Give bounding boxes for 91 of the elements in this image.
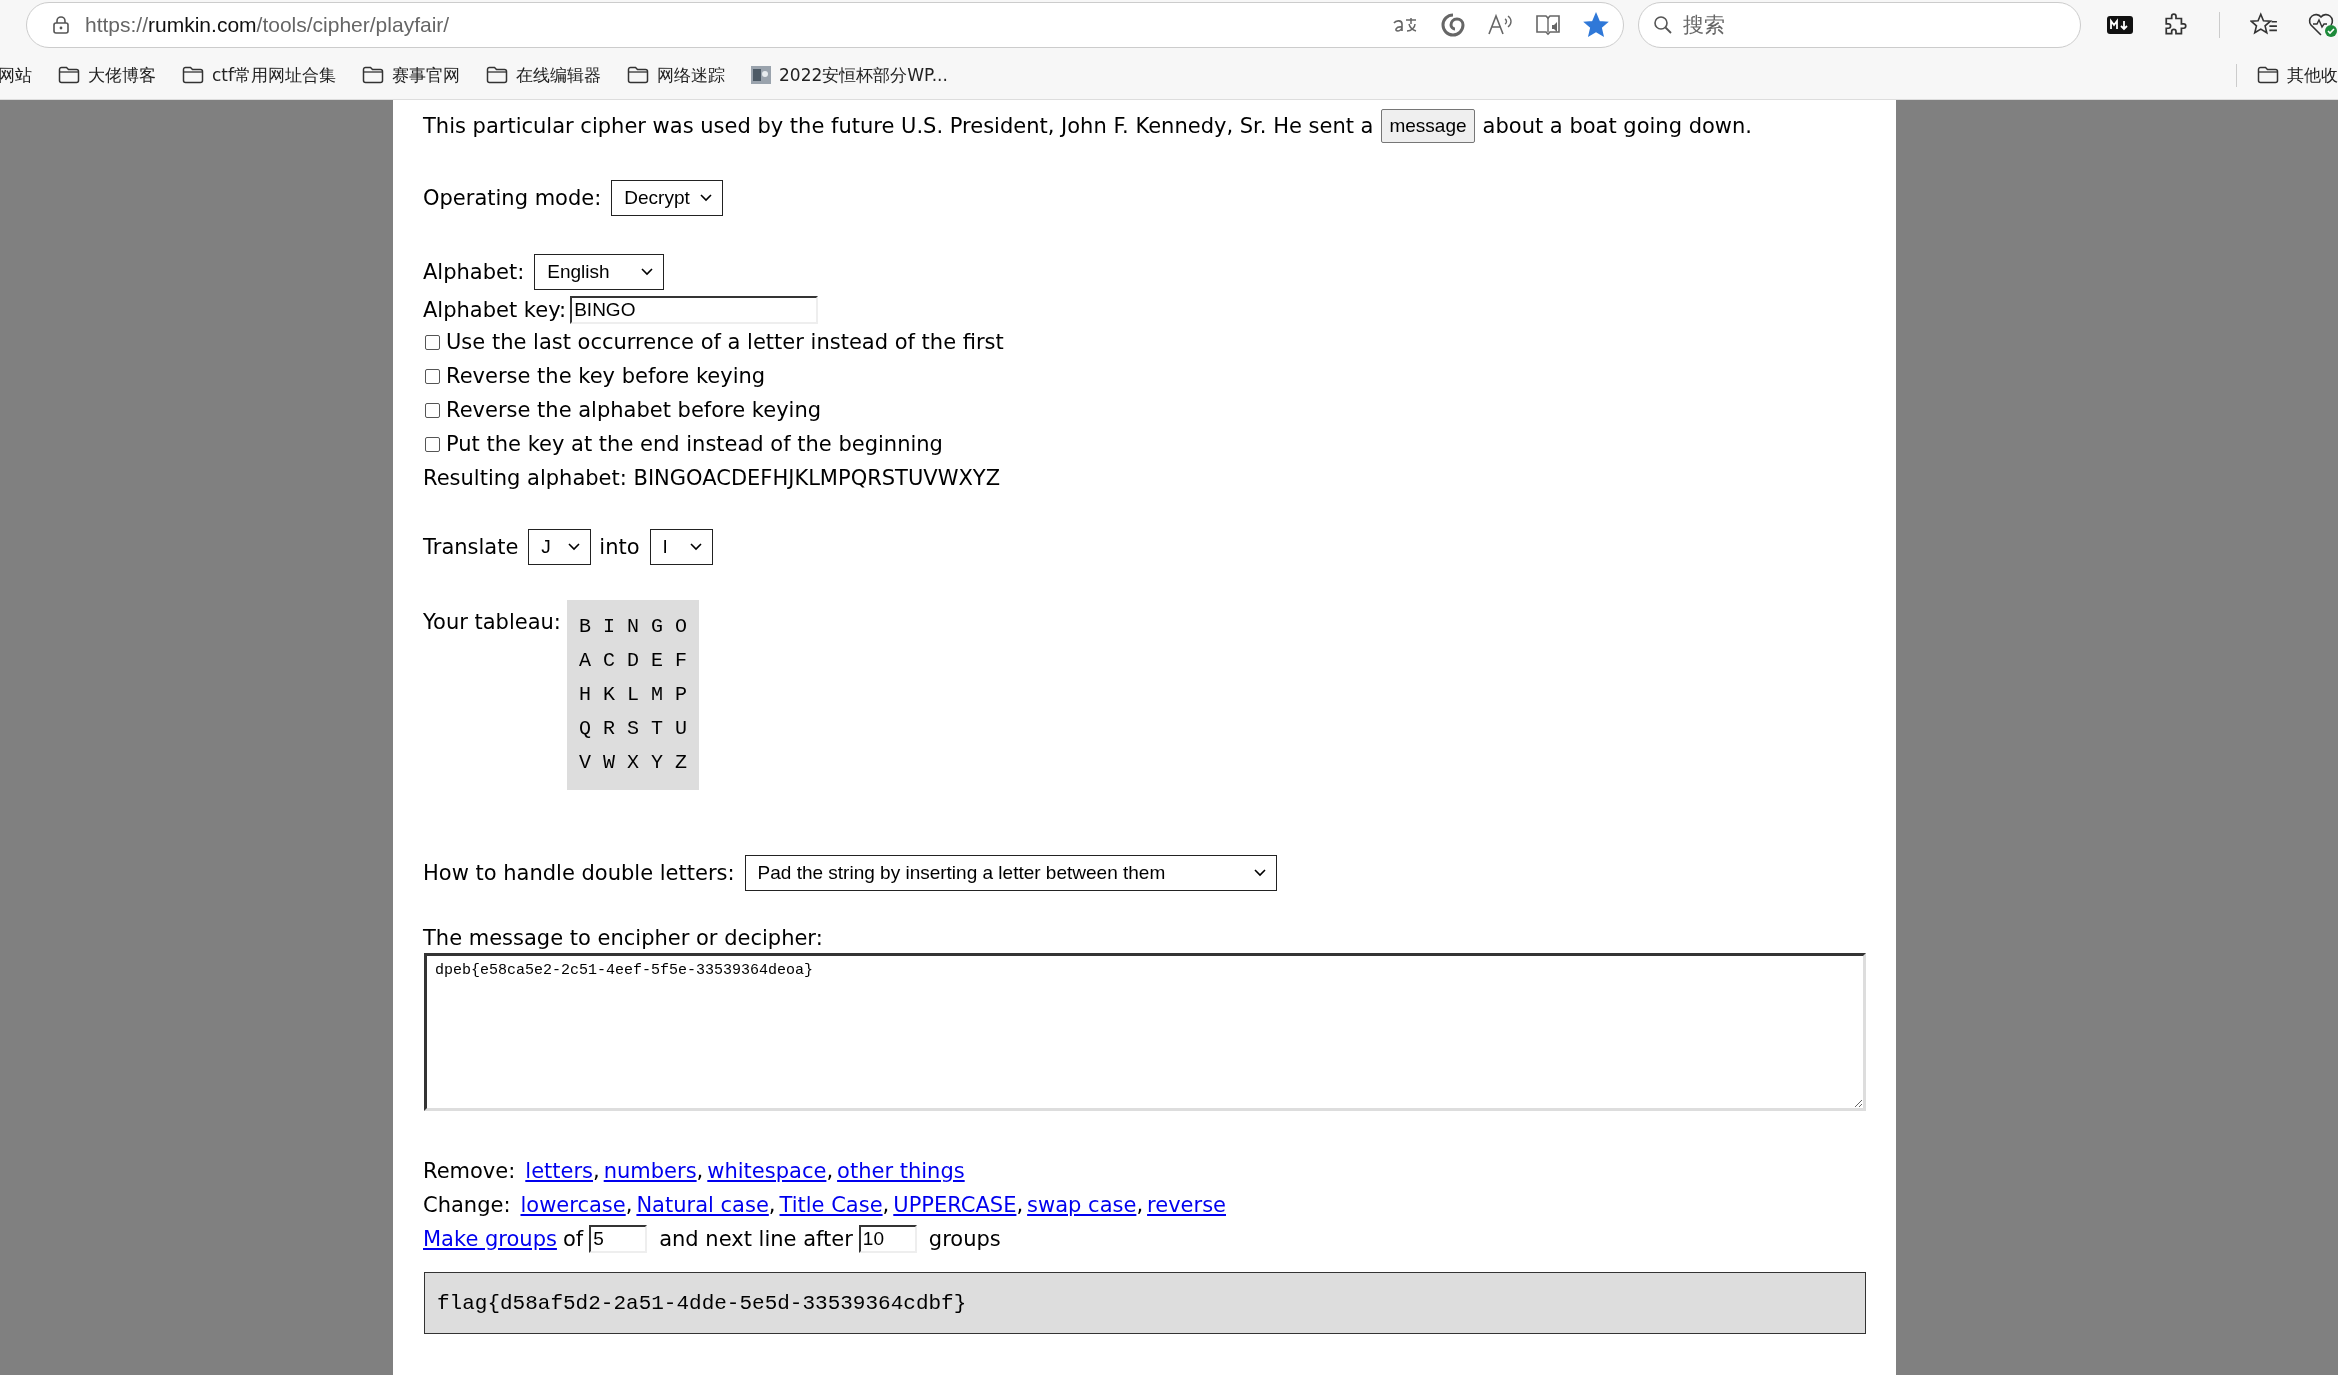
- bookmark[interactable]: 其他收: [2236, 63, 2338, 87]
- field-label: Remove:: [423, 1159, 516, 1183]
- comma-text: ,: [826, 1159, 834, 1183]
- bookmark[interactable]: 网络迷踪: [627, 63, 725, 87]
- comma-text: ,: [593, 1159, 600, 1183]
- bookmark[interactable]: 网站: [0, 63, 32, 87]
- checkbox[interactable]: [425, 402, 440, 418]
- field-label: How to handle double letters:: [423, 861, 735, 885]
- letter-dropdown[interactable]: J: [528, 529, 592, 565]
- link[interactable]: Make groups: [423, 1227, 557, 1251]
- field-label: into: [599, 535, 640, 559]
- folder-icon: [58, 66, 80, 84]
- checkbox-label: Reverse the key before keying: [446, 364, 766, 388]
- checkbox-label: Use the last occurrence of a letter instead of the first: [446, 330, 1004, 354]
- swirl-icon[interactable]: [1441, 13, 1466, 37]
- bookmark[interactable]: 赛事官网: [362, 63, 460, 87]
- comma-text: ,: [696, 1159, 704, 1183]
- link[interactable]: whitespace: [707, 1159, 827, 1183]
- link[interactable]: lowercase: [520, 1193, 626, 1217]
- extensions-icon[interactable]: [2163, 12, 2189, 38]
- link[interactable]: UPPERCASE: [893, 1193, 1017, 1217]
- double-letters-dropdown[interactable]: Pad the string by inserting a letter between them: [744, 855, 1277, 891]
- mode-dropdown[interactable]: Decrypt: [611, 180, 723, 216]
- link[interactable]: numbers: [603, 1159, 697, 1183]
- search-field[interactable]: 搜索: [1638, 2, 2081, 48]
- comma-text: ,: [768, 1193, 776, 1217]
- chevron-down-icon: [641, 268, 654, 276]
- url-text: https://rumkin.com/tools/cipher/playfair/: [85, 13, 450, 37]
- star-icon[interactable]: [1583, 12, 1610, 38]
- field-label: Change:: [423, 1193, 511, 1217]
- field-label: Alphabet:: [423, 260, 525, 284]
- checkbox-label: Put the key at the end instead of the beginning: [446, 432, 943, 456]
- group-size-field[interactable]: 5: [589, 1225, 648, 1253]
- chevron-down-icon: [699, 194, 712, 202]
- checkbox[interactable]: [425, 368, 440, 384]
- link[interactable]: Title Case: [779, 1193, 883, 1217]
- markdown-icon[interactable]: [2107, 16, 2133, 34]
- reader-icon[interactable]: [1535, 13, 1562, 37]
- bookmark[interactable]: ctf常用网址合集: [182, 63, 336, 87]
- folder-icon: [486, 66, 508, 84]
- link[interactable]: Natural case: [636, 1193, 769, 1217]
- comma-text: ,: [625, 1193, 633, 1217]
- comma-text: ,: [1136, 1193, 1144, 1217]
- checkbox[interactable]: [425, 334, 440, 350]
- result-output: flag{d58af5d2-2a51-4dde-5e5d-33539364cdbf}: [424, 1272, 1866, 1334]
- tableau-row-text: A C D E F: [578, 648, 687, 674]
- bookmark[interactable]: 2022安恒杯部分WP...: [751, 63, 948, 87]
- comma-text: ,: [882, 1193, 890, 1217]
- folder-icon: [182, 66, 204, 84]
- intro-text: This particular cipher was used by the future U.S. President, John F. Kennedy, Sr. He sent a: [423, 114, 1374, 138]
- lock-icon: [51, 15, 71, 35]
- bookmark[interactable]: 在线编辑器: [486, 63, 601, 87]
- link[interactable]: swap case: [1027, 1193, 1137, 1217]
- link[interactable]: letters: [525, 1159, 593, 1183]
- link[interactable]: reverse: [1147, 1193, 1226, 1217]
- field-label: Translate: [423, 535, 519, 559]
- message-button[interactable]: message: [1381, 109, 1475, 143]
- folder-icon: [362, 66, 384, 84]
- group-count-field[interactable]: 10: [858, 1225, 917, 1253]
- link[interactable]: other things: [837, 1159, 965, 1183]
- tableau-row-text: V W X Y Z: [578, 750, 687, 776]
- address-bar[interactable]: https://rumkin.com/tools/cipher/playfair/: [26, 2, 1625, 48]
- key-field[interactable]: BINGO: [570, 296, 819, 324]
- field-label: of: [562, 1227, 584, 1251]
- field-label: and next line after: [659, 1227, 853, 1251]
- alphabet-dropdown[interactable]: English: [534, 254, 665, 290]
- field-label: Alphabet key:: [423, 298, 567, 322]
- resulting-alphabet: Resulting alphabet: BINGOACDEFHJKLMPQRSTUVWXYZ: [423, 466, 1001, 490]
- field-label: Your tableau:: [423, 610, 561, 634]
- field-label: groups: [928, 1227, 1001, 1251]
- intro-text: about a boat going down.: [1482, 114, 1752, 138]
- thumbnail-icon: [751, 66, 771, 84]
- chevron-down-icon: [689, 543, 702, 551]
- tableau-row-text: B I N G O: [578, 614, 687, 640]
- search-icon: [1653, 15, 1674, 35]
- field-label: Operating mode:: [423, 186, 602, 210]
- read-aloud-icon[interactable]: [1487, 13, 1514, 37]
- checkbox-label: Reverse the alphabet before keying: [446, 398, 822, 422]
- message-field[interactable]: dpeb{e58ca5e2-2c51-4eef-5f5e-33539364deoa}: [424, 953, 1866, 1111]
- bookmark[interactable]: 大佬博客: [58, 63, 156, 87]
- tableau-row-text: Q R S T U: [578, 716, 687, 742]
- comma-text: ,: [1016, 1193, 1024, 1217]
- letter-dropdown[interactable]: I: [649, 529, 713, 565]
- field-label: The message to encipher or decipher:: [423, 925, 824, 952]
- chevron-down-icon: [1253, 869, 1266, 877]
- health-icon[interactable]: [2308, 12, 2338, 38]
- tableau-row-text: H K L M P: [578, 682, 687, 708]
- chevron-down-icon: [568, 543, 581, 551]
- folder-icon: [2257, 66, 2279, 84]
- checkbox[interactable]: [425, 436, 440, 452]
- folder-icon: [627, 66, 649, 84]
